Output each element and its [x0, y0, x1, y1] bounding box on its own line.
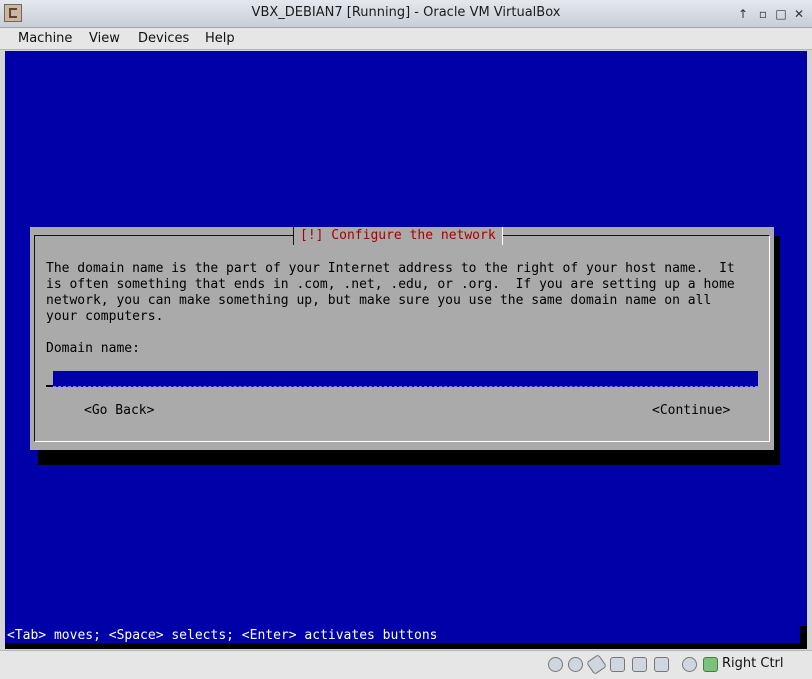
menu-view[interactable]: View [89, 31, 120, 46]
minimize-icon[interactable]: ▫ [755, 6, 771, 22]
go-back-button[interactable]: <Go Back> [84, 403, 154, 418]
window-title-bar: VBX_DEBIAN7 [Running] - Oracle VM Virtua… [0, 0, 812, 28]
screen-bottom-edge [5, 643, 807, 649]
close-icon[interactable]: ✕ [791, 6, 807, 22]
maximize-icon[interactable]: □ [773, 6, 789, 22]
arrow-up-icon[interactable]: ↑ [735, 6, 751, 22]
display-icon[interactable] [632, 657, 647, 672]
vm-status-bar: Right Ctrl [0, 650, 812, 679]
text-cursor [46, 385, 53, 387]
hard-disk-icon[interactable] [548, 657, 563, 672]
domain-name-label: Domain name: [46, 341, 140, 356]
menu-machine[interactable]: Machine [18, 31, 72, 46]
window-title: VBX_DEBIAN7 [Running] - Oracle VM Virtua… [251, 5, 561, 20]
domain-description: The domain name is the part of your Inte… [46, 261, 735, 324]
network-icon[interactable] [682, 657, 697, 672]
guest-screen[interactable]: [!] Configure the network The domain nam… [5, 51, 807, 649]
usb-icon[interactable] [586, 654, 607, 675]
keyboard-help-line: <Tab> moves; <Space> selects; <Enter> ac… [7, 628, 438, 643]
domain-name-input[interactable] [53, 371, 758, 387]
host-key-label: Right Ctrl [722, 656, 784, 671]
continue-button[interactable]: <Continue> [652, 403, 730, 418]
video-capture-icon[interactable] [654, 657, 669, 672]
menu-bar: Machine View Devices Help [0, 28, 812, 50]
optical-drive-icon[interactable] [568, 657, 583, 672]
configure-network-dialog: [!] Configure the network The domain nam… [30, 227, 774, 450]
menu-devices[interactable]: Devices [138, 31, 189, 46]
mouse-integration-icon[interactable] [703, 657, 718, 672]
menu-help[interactable]: Help [205, 31, 235, 46]
shared-folders-icon[interactable] [610, 657, 625, 672]
dialog-title: [!] Configure the network [293, 227, 503, 245]
